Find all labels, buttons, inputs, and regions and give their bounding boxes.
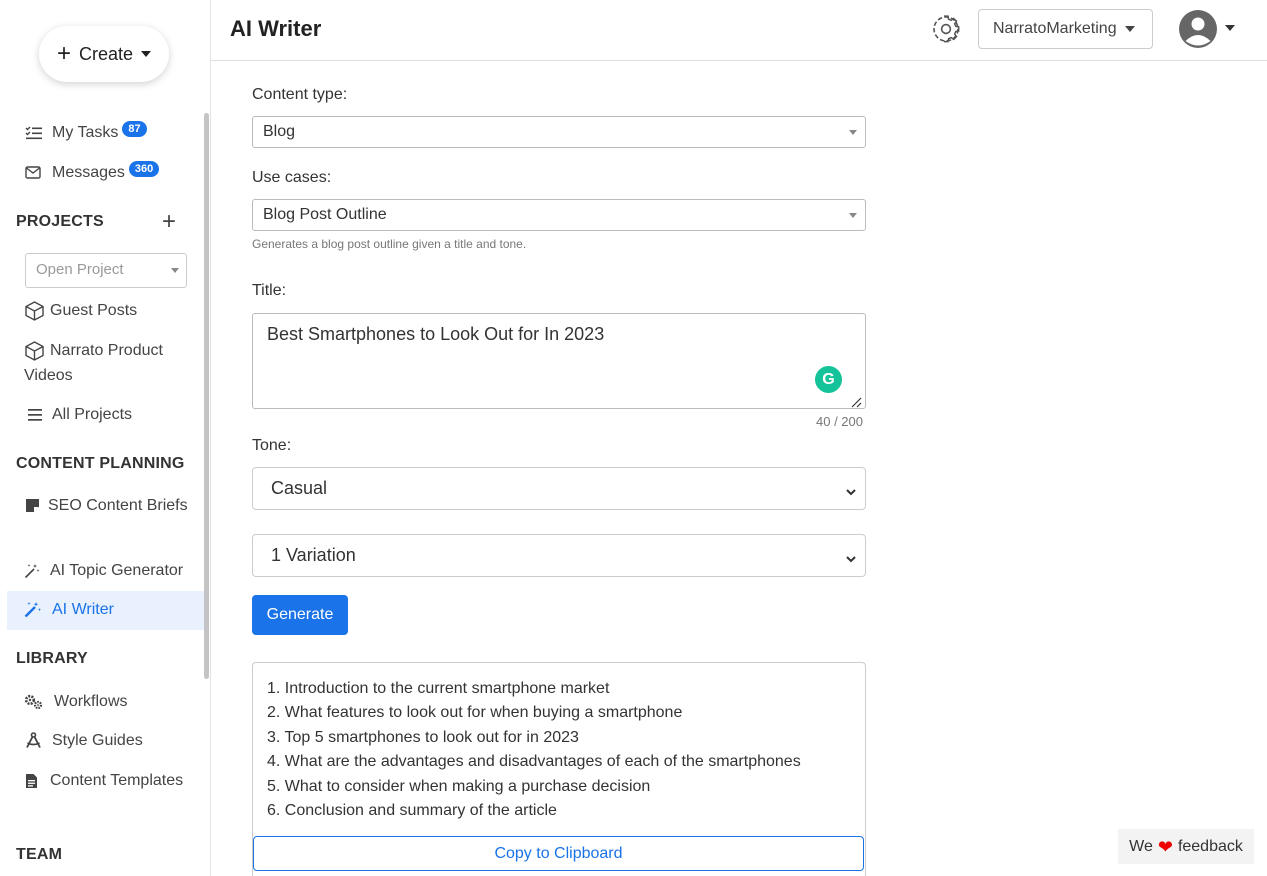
- caret-down-icon: [849, 213, 857, 218]
- top-header: AI Writer NarratoMarketing: [211, 0, 1267, 61]
- variations-select[interactable]: 1 Variation: [252, 534, 866, 577]
- use-case-select[interactable]: Blog Post Outline: [252, 199, 866, 231]
- cube-icon: [24, 338, 44, 363]
- heart-icon: ❤: [1157, 836, 1173, 857]
- result-line: 2. What features to look out for when bu…: [267, 704, 683, 722]
- sidebar-item-content-templates[interactable]: Content Templates: [24, 768, 194, 793]
- cogs-icon: [24, 689, 44, 714]
- resize-handle-icon[interactable]: [851, 395, 862, 408]
- chevron-down-icon: [845, 482, 857, 496]
- content-planning-heading: CONTENT PLANNING: [16, 455, 185, 472]
- result-line: 3. Top 5 smartphones to look out for in …: [267, 728, 579, 746]
- sidebar-scrollbar[interactable]: [204, 113, 209, 679]
- sidebar-item-seo-content-briefs[interactable]: SEO Content Briefs: [24, 493, 194, 518]
- sidebar: + Create My Tasks 87 Messages 360 PROJEC…: [0, 0, 211, 876]
- sidebar-item-my-tasks[interactable]: My Tasks 87: [24, 120, 147, 145]
- open-project-placeholder: Open Project: [36, 261, 124, 278]
- team-heading: TEAM: [16, 846, 63, 863]
- workspace-label: NarratoMarketing: [993, 20, 1117, 37]
- magic-wand-icon: [24, 597, 42, 622]
- sticky-note-icon: [24, 493, 40, 518]
- content-templates-label: Content Templates: [50, 772, 184, 789]
- result-line: 1. Introduction to the current smartphon…: [267, 680, 610, 697]
- caret-down-icon[interactable]: [1225, 25, 1235, 31]
- sidebar-item-ai-topic-generator[interactable]: AI Topic Generator: [24, 558, 183, 583]
- sidebar-item-messages[interactable]: Messages 360: [24, 160, 160, 185]
- tone-select[interactable]: Casual: [252, 467, 866, 510]
- file-text-icon: [24, 768, 38, 793]
- use-case-help-text: Generates a blog post outline given a ti…: [252, 237, 527, 251]
- use-cases-label: Use cases:: [252, 169, 332, 186]
- tone-value: Casual: [271, 478, 328, 498]
- chevron-down-icon: [845, 549, 857, 563]
- open-project-select[interactable]: Open Project: [25, 253, 187, 288]
- title-label: Title:: [252, 282, 287, 299]
- user-avatar-icon[interactable]: [1179, 10, 1217, 48]
- magic-wand-icon: [24, 558, 40, 583]
- variations-value: 1 Variation: [271, 545, 356, 565]
- project-label: Narrato Product Videos: [24, 342, 163, 384]
- sidebar-item-workflows[interactable]: Workflows: [24, 689, 128, 714]
- page-title: AI Writer: [230, 16, 322, 41]
- caret-down-icon: [1124, 26, 1135, 32]
- gear-icon[interactable]: [931, 14, 961, 44]
- envelope-icon: [24, 160, 42, 185]
- caret-down-icon: [849, 130, 857, 135]
- compass-icon: [24, 728, 42, 753]
- tasks-count-badge: 87: [122, 121, 147, 137]
- ai-writer-label: AI Writer: [52, 601, 114, 618]
- grammarly-icon[interactable]: G: [815, 366, 842, 393]
- messages-count-badge: 360: [128, 161, 160, 177]
- style-guides-label: Style Guides: [52, 732, 143, 749]
- content-type-label: Content type:: [252, 86, 348, 103]
- projects-heading: PROJECTS: [16, 213, 104, 230]
- library-heading: LIBRARY: [16, 650, 88, 667]
- feedback-prefix: We: [1129, 837, 1153, 855]
- workflows-label: Workflows: [54, 693, 128, 710]
- result-line: 4. What are the advantages and disadvant…: [267, 753, 801, 771]
- content-type-select[interactable]: Blog: [252, 116, 866, 148]
- task-list-icon: [24, 120, 42, 145]
- hamburger-icon: [28, 402, 42, 427]
- result-line: 6. Conclusion and summary of the article: [267, 802, 557, 820]
- seo-briefs-label: SEO Content Briefs: [48, 497, 188, 514]
- char-counter: 40 / 200: [816, 414, 863, 429]
- sidebar-item-all-projects[interactable]: All Projects: [28, 402, 132, 427]
- messages-label: Messages: [52, 164, 125, 181]
- plus-icon: +: [56, 40, 71, 67]
- sidebar-item-guest-posts[interactable]: Guest Posts: [24, 298, 137, 323]
- all-projects-label: All Projects: [52, 406, 133, 423]
- feedback-suffix: feedback: [1177, 837, 1243, 855]
- workspace-dropdown[interactable]: NarratoMarketing: [978, 9, 1153, 49]
- result-line: 5. What to consider when making a purcha…: [267, 777, 651, 795]
- use-case-value: Blog Post Outline: [263, 206, 387, 223]
- project-label: Guest Posts: [50, 302, 138, 319]
- create-label: Create: [78, 43, 134, 64]
- caret-down-icon: [171, 268, 179, 273]
- topic-generator-label: AI Topic Generator: [50, 562, 184, 579]
- add-project-icon[interactable]: +: [162, 210, 176, 234]
- feedback-button[interactable]: We ❤ feedback: [1118, 829, 1254, 864]
- sidebar-item-narrato-product-videos[interactable]: Narrato Product Videos: [24, 338, 194, 388]
- content-type-value: Blog: [263, 123, 296, 140]
- caret-down-icon: [141, 51, 152, 57]
- copy-to-clipboard-button[interactable]: Copy to Clipboard: [253, 836, 864, 871]
- my-tasks-label: My Tasks: [52, 124, 119, 141]
- title-value: Best Smartphones to Look Out for In 2023: [267, 324, 605, 344]
- sidebar-item-style-guides[interactable]: Style Guides: [24, 728, 143, 753]
- sidebar-item-ai-writer[interactable]: AI Writer: [24, 597, 114, 622]
- cube-icon: [24, 298, 44, 323]
- generate-button[interactable]: Generate: [252, 595, 348, 635]
- tone-label: Tone:: [252, 437, 292, 454]
- title-textarea[interactable]: Best Smartphones to Look Out for In 2023: [252, 313, 866, 409]
- create-button[interactable]: + Create: [39, 26, 169, 82]
